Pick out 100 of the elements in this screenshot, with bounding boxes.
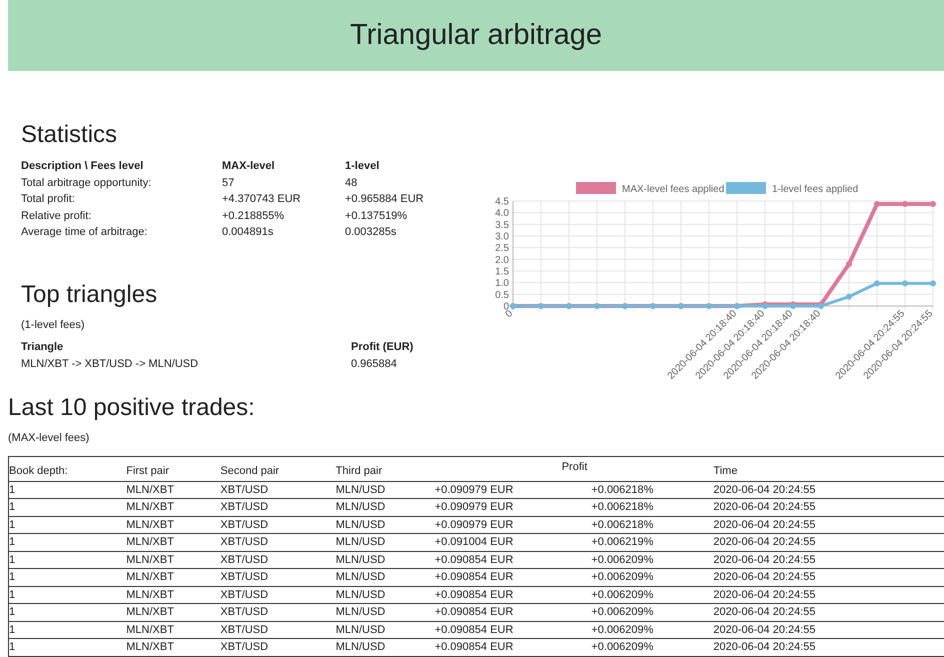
y-axis-label: 2.5	[495, 243, 509, 254]
section-heading: Statistics	[21, 121, 118, 149]
table-cell: MLN/XBT	[126, 606, 174, 618]
table-cell: MLN/XBT	[126, 571, 174, 583]
table-cell: MLN/USD	[336, 518, 386, 530]
table-cell: XBT/USD	[220, 641, 268, 653]
column-header: Profit	[562, 460, 588, 474]
y-axis-label: 3.5	[495, 220, 509, 231]
table-cell-text: 48	[345, 176, 358, 190]
table-cell: XBT/USD	[220, 501, 268, 513]
table-cell: MLN/USD	[336, 571, 386, 583]
table-cell: +0.090979 EUR	[434, 484, 514, 496]
table-cell: 2020-06-04 20:24:55	[713, 606, 816, 618]
table-cell: 1	[9, 624, 16, 636]
table-cell: +0.006209%	[591, 606, 654, 618]
table-cell: 1	[9, 518, 16, 530]
table-cell: 1	[9, 571, 16, 583]
table-note: (MAX-level fees)	[8, 431, 90, 446]
table-cell-text: Average time of arbitrage:	[21, 225, 148, 240]
table-cell: 1	[9, 641, 16, 653]
column-header: Book depth:	[9, 464, 68, 476]
data-point	[930, 280, 936, 286]
table-cell: +0.090854 EUR	[434, 624, 514, 636]
table-cell: +0.006209%	[591, 624, 654, 636]
table-cell: MLN/USD	[336, 484, 386, 496]
table-cell: 2020-06-04 20:24:55	[713, 641, 816, 653]
table-cell: MLN/USD	[336, 641, 386, 653]
table-cell-text: +0.218855%	[222, 208, 286, 224]
table-cell: 2020-06-04 20:24:55	[713, 588, 816, 600]
y-axis-label: 4.0	[495, 208, 509, 220]
column-header: Second pair	[220, 464, 280, 476]
table-cell: +0.090854 EUR	[434, 588, 514, 600]
y-axis-label: 4.5	[495, 196, 509, 208]
table-cell: +0.091004 EUR	[434, 536, 514, 548]
column-header: MAX-level	[222, 159, 276, 174]
table-cell: MLN/USD	[336, 501, 386, 513]
table-cell: MLN/XBT	[126, 588, 174, 600]
y-axis-label: 3.0	[495, 232, 509, 242]
table-cell: MLN/USD	[336, 606, 386, 618]
table-cell: +0.006218%	[591, 518, 654, 530]
table-cell: 1	[9, 606, 16, 618]
table-cell: 2020-06-04 20:24:55	[713, 501, 816, 513]
legend-label[interactable]: 1-level fees applied	[772, 184, 858, 195]
table-cell-text: 57	[222, 176, 236, 190]
table-cell: 2020-06-04 20:24:55	[713, 536, 816, 548]
y-axis-label: 1.0	[495, 278, 509, 290]
table-cell: 2020-06-04 20:24:55	[713, 518, 816, 530]
table-cell: 2020-06-04 20:24:55	[713, 624, 816, 636]
table-cell: +0.006219%	[591, 536, 654, 548]
table-cell: MLN/XBT	[126, 624, 174, 636]
column-header: Time	[713, 464, 738, 476]
table-cell: XBT/USD	[220, 588, 268, 600]
table-cell: MLN/XBT	[126, 554, 174, 566]
legend-label[interactable]: MAX-level fees applied	[622, 184, 724, 195]
table-cell: MLN/USD	[336, 554, 386, 566]
x-axis-label: 0	[503, 308, 516, 320]
table-cell: MLN/USD	[336, 536, 386, 548]
table-cell: XBT/USD	[220, 571, 268, 583]
table-cell: MLN/USD	[336, 624, 386, 636]
y-axis-label: 2.0	[495, 254, 509, 266]
data-point	[874, 201, 880, 208]
table-cell: +0.006209%	[591, 571, 654, 583]
table-cell: +0.006218%	[591, 501, 654, 513]
table-cell: MLN/XBT	[126, 536, 174, 548]
table-cell: +0.090979 EUR	[434, 518, 514, 530]
table-cell: MLN/XBT	[126, 641, 174, 653]
table-cell-text: +0.137519%	[345, 208, 408, 224]
table-cell-text: 0.965884	[351, 356, 397, 372]
column-header: 1-level	[345, 159, 380, 174]
column-header: First pair	[126, 464, 169, 476]
table-cell: +0.006218%	[591, 484, 654, 496]
data-point	[902, 280, 908, 286]
table-cell: 1	[9, 536, 16, 548]
table-cell: +0.090979 EUR	[434, 501, 514, 513]
table-cell: XBT/USD	[220, 518, 268, 530]
table-cell: 2020-06-04 20:24:55	[713, 554, 816, 566]
table-cell: 1	[9, 554, 16, 566]
table-cell: XBT/USD	[220, 606, 268, 618]
table-cell: XBT/USD	[220, 484, 268, 496]
table-cell-text: Total profit:	[21, 192, 76, 207]
table-cell: MLN/XBT	[126, 518, 174, 530]
table-cell: +0.090854 EUR	[434, 641, 514, 653]
table-cell: 1	[9, 484, 16, 496]
table-cell: +0.006209%	[591, 641, 654, 653]
table-cell: +0.006209%	[591, 588, 654, 600]
column-header: Triangle	[21, 340, 64, 355]
table-cell-text: Relative profit:	[21, 208, 92, 224]
table-cell: MLN/XBT	[126, 484, 174, 496]
section-heading: Last 10 positive trades:	[8, 394, 256, 422]
data-point	[818, 303, 824, 309]
data-point	[902, 201, 908, 208]
table-cell-text: +0.965884 EUR	[345, 192, 425, 207]
y-axis-label: 1.5	[495, 266, 509, 278]
table-cell: XBT/USD	[220, 536, 268, 548]
data-point	[846, 294, 852, 300]
table-cell: 2020-06-04 20:24:55	[713, 484, 816, 496]
table-cell: 1	[9, 501, 16, 513]
table-cell: +0.090854 EUR	[434, 606, 514, 618]
table-cell-text: 0.004891s	[222, 225, 274, 240]
table-cell-text: Total arbitrage opportunity:	[21, 176, 152, 190]
